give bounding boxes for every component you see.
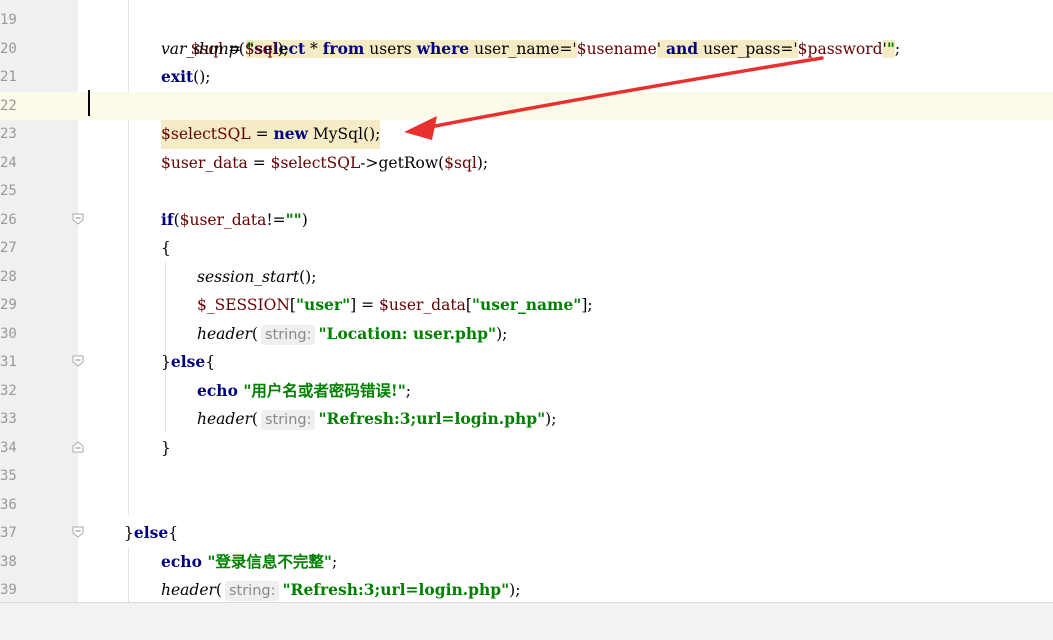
red-arrow-annotation-icon [404,56,824,140]
status-bar [0,602,1053,640]
code-editor[interactable]: 19 $sql = "select * from users where use… [0,0,1053,602]
